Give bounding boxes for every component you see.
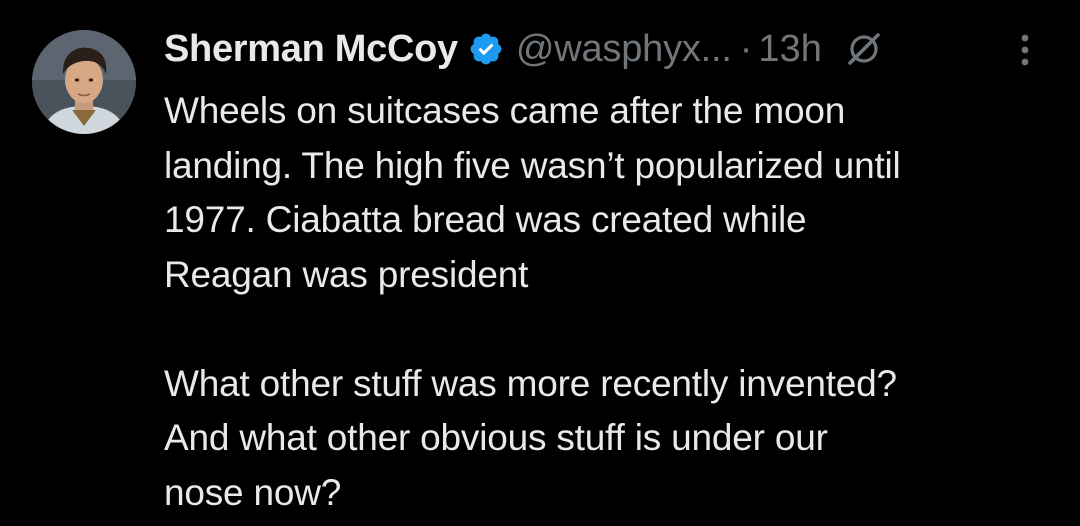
tweet-line: What other stuff was more recently inven… bbox=[164, 362, 897, 404]
tweet-line: nose now? bbox=[164, 471, 342, 513]
tweet-paragraph: What other stuff was more recently inven… bbox=[164, 357, 1064, 521]
tweet-line: Reagan was president bbox=[164, 253, 529, 295]
more-options-icon[interactable] bbox=[1010, 30, 1040, 70]
author-name[interactable]: Sherman McCoy bbox=[164, 28, 458, 71]
tweet-content: Sherman McCoy @wasphyx... · 13h Wheels o… bbox=[164, 18, 1064, 520]
tweet-line: landing. The high five wasn’t popularize… bbox=[164, 144, 901, 186]
tweet-timestamp[interactable]: 13h bbox=[758, 28, 821, 71]
tweet[interactable]: Sherman McCoy @wasphyx... · 13h Wheels o… bbox=[0, 0, 1080, 526]
author-handle[interactable]: @wasphyx... bbox=[516, 28, 732, 71]
verified-badge-icon bbox=[468, 31, 504, 67]
tweet-text: Wheels on suitcases came after the moon … bbox=[164, 84, 1064, 520]
separator-dot: · bbox=[739, 27, 753, 70]
tweet-line: 1977. Ciabatta bread was created while bbox=[164, 199, 807, 240]
grok-icon[interactable] bbox=[844, 29, 884, 69]
tweet-line: Wheels on suitcases came after the moon bbox=[164, 90, 846, 131]
avatar[interactable] bbox=[32, 30, 136, 134]
avatar-photo bbox=[32, 30, 136, 134]
tweet-paragraph: Wheels on suitcases came after the moon … bbox=[164, 84, 1064, 302]
tweet-header: Sherman McCoy @wasphyx... · 13h bbox=[164, 18, 1064, 80]
tweet-line: And what other obvious stuff is under ou… bbox=[164, 417, 828, 458]
